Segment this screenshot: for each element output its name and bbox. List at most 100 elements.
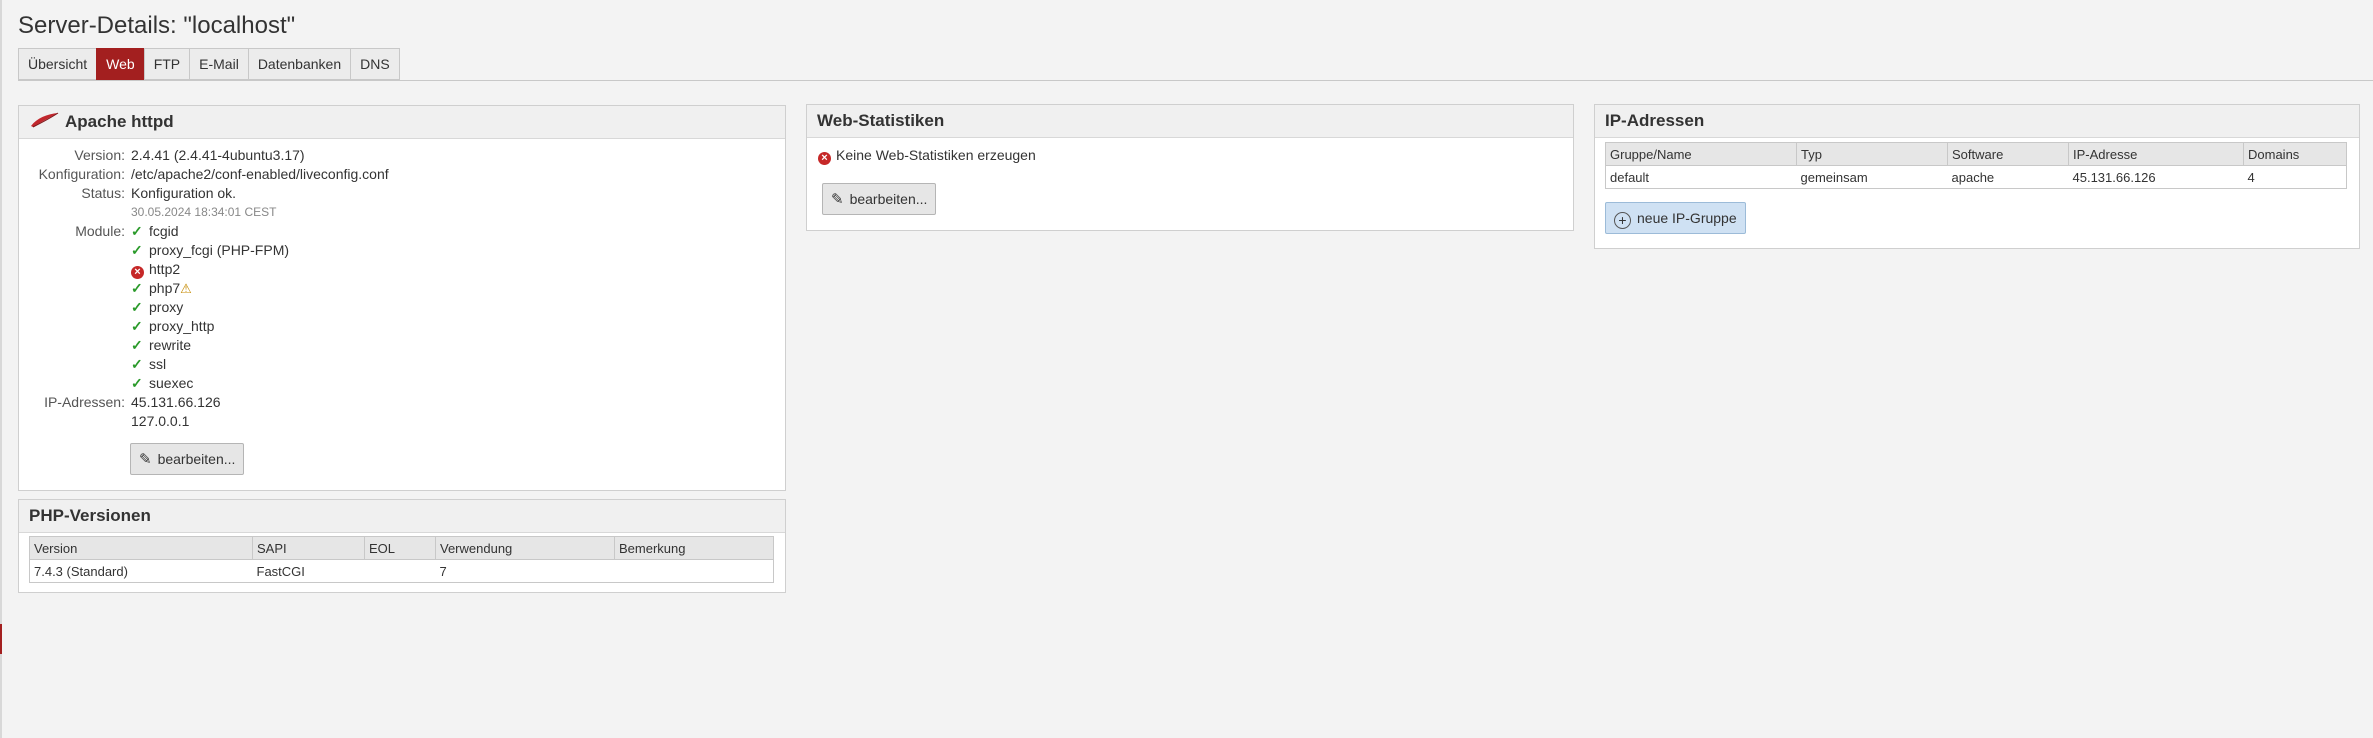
module-item: × http2: [131, 260, 289, 279]
module-name: proxy: [149, 299, 184, 315]
apache-panel-title: Apache httpd: [65, 112, 174, 131]
add-ip-group-button[interactable]: + neue IP-Gruppe: [1605, 202, 1746, 234]
module-item: ✓ ssl: [131, 355, 289, 374]
check-icon: ✓: [131, 299, 143, 315]
table-cell: apache: [1947, 165, 2069, 189]
tab-ftp[interactable]: FTP: [143, 48, 190, 80]
tab-datenbanken[interactable]: Datenbanken: [247, 48, 351, 80]
module-name: rewrite: [149, 337, 192, 353]
module-item: ✓ fcgid: [131, 222, 289, 241]
column-header: Typ: [1796, 142, 1948, 166]
table-cell: default: [1605, 165, 1797, 189]
table-cell: 4: [2243, 165, 2347, 189]
php-panel-title: PHP-Versionen: [29, 506, 151, 525]
status-timestamp: 30.05.2024 18:34:01 CEST: [131, 205, 277, 219]
column-header: Version: [29, 536, 253, 560]
config-value: /etc/apache2/conf-enabled/liveconfig.con…: [131, 166, 389, 182]
check-icon: ✓: [131, 280, 143, 296]
module-name: php7: [149, 280, 181, 296]
module-item: ✓ suexec: [131, 374, 289, 393]
column-header: IP-Adresse: [2068, 142, 2244, 166]
tab-bar: Übersicht Web FTP E-Mail Datenbanken DNS: [18, 48, 2373, 81]
page-title: Server-Details: "localhost": [18, 12, 296, 39]
ipaddr-panel-header: IP-Adressen: [1595, 105, 2359, 138]
warning-icon[interactable]: ⚠: [180, 281, 192, 296]
ip-label: IP-Adressen:: [44, 394, 125, 410]
error-icon: ×: [818, 152, 831, 165]
module-name: http2: [149, 261, 181, 277]
tab-dns[interactable]: DNS: [350, 48, 400, 80]
pencil-icon: ✎: [139, 451, 152, 468]
column-header: Gruppe/Name: [1605, 142, 1797, 166]
module-item: ✓ php7⚠: [131, 279, 289, 298]
version-value: 2.4.41 (2.4.41-4ubuntu3.17): [131, 147, 305, 163]
modules-label: Module:: [75, 223, 125, 239]
table-cell: FastCGI: [252, 559, 365, 583]
ipaddr-panel-title: IP-Adressen: [1605, 111, 1705, 130]
table-cell: gemeinsam: [1796, 165, 1948, 189]
tab-web[interactable]: Web: [96, 48, 144, 80]
check-icon: ✓: [131, 223, 143, 239]
table-cell: 45.131.66.126: [2068, 165, 2244, 189]
webstats-message: Keine Web-Statistiken erzeugen: [836, 147, 1036, 163]
version-label: Version:: [74, 147, 125, 163]
webstats-panel: Web-Statistiken × Keine Web-Statistiken e…: [806, 104, 1574, 231]
php-panel-header: PHP-Versionen: [19, 500, 785, 533]
tab-email[interactable]: E-Mail: [189, 48, 248, 80]
apache-panel-header: Apache httpd: [19, 106, 785, 139]
column-header: EOL: [364, 536, 436, 560]
check-icon: ✓: [131, 375, 143, 391]
webstats-edit-label: bearbeiten...: [849, 191, 928, 207]
left-edge-marker: [0, 624, 2, 654]
check-icon: ✓: [131, 356, 143, 372]
pencil-icon: ✎: [831, 191, 844, 208]
module-name: suexec: [149, 375, 194, 391]
add-ip-group-label: neue IP-Gruppe: [1637, 210, 1737, 226]
check-icon: ✓: [131, 318, 143, 334]
apache-feather-icon: [29, 107, 59, 139]
webstats-panel-title: Web-Statistiken: [817, 111, 945, 130]
table-header-row: Gruppe/Name Typ Software IP-Adresse Doma…: [1605, 142, 2347, 166]
apache-panel: Apache httpd Version: 2.4.41 (2.4.41-4ub…: [18, 105, 786, 491]
table-cell: 7: [435, 559, 615, 583]
ip-address: 45.131.66.126: [131, 394, 221, 410]
column-header: Bemerkung: [614, 536, 774, 560]
module-item: ✓ proxy_fcgi (PHP-FPM): [131, 241, 289, 260]
column-header: Verwendung: [435, 536, 615, 560]
ip-address: 127.0.0.1: [131, 413, 190, 429]
column-header: Domains: [2243, 142, 2347, 166]
check-icon: ✓: [131, 242, 143, 258]
column-header: Software: [1947, 142, 2069, 166]
table-cell: 7.4.3 (Standard): [29, 559, 253, 583]
check-icon: ✓: [131, 337, 143, 353]
ip-list: 45.131.66.126 127.0.0.1: [131, 393, 221, 431]
module-name: ssl: [149, 356, 167, 372]
modules-list: ✓ fcgid ✓ proxy_fcgi (PHP-FPM) × http2 ✓ php…: [131, 222, 289, 393]
error-icon: ×: [131, 266, 144, 279]
module-name: proxy_http: [149, 318, 215, 334]
tab-uebersicht[interactable]: Übersicht: [18, 48, 97, 80]
module-item: ✓ proxy: [131, 298, 289, 317]
apache-edit-button[interactable]: ✎ bearbeiten...: [130, 443, 245, 475]
config-label: Konfiguration:: [38, 166, 125, 182]
status-label: Status:: [81, 185, 125, 201]
module-name: proxy_fcgi (PHP-FPM): [149, 242, 290, 258]
php-table: Version SAPI EOL Verwendung Bemerkung 7.…: [29, 536, 774, 583]
apache-edit-label: bearbeiten...: [157, 451, 236, 467]
table-row[interactable]: default gemeinsam apache 45.131.66.126 4: [1605, 165, 2347, 189]
module-name: fcgid: [149, 223, 179, 239]
table-cell: [614, 559, 774, 583]
php-panel: PHP-Versionen Version SAPI EOL Verwendun…: [18, 499, 786, 593]
ipaddr-table: Gruppe/Name Typ Software IP-Adresse Doma…: [1605, 142, 2347, 189]
plus-circle-icon: +: [1614, 212, 1631, 229]
column-header: SAPI: [252, 536, 365, 560]
webstats-panel-header: Web-Statistiken: [807, 105, 1573, 138]
webstats-edit-button[interactable]: ✎ bearbeiten...: [822, 183, 937, 215]
table-cell: [364, 559, 436, 583]
ipaddr-panel: IP-Adressen Gruppe/Name Typ Software IP-…: [1594, 104, 2360, 249]
table-header-row: Version SAPI EOL Verwendung Bemerkung: [29, 536, 774, 560]
status-value: Konfiguration ok.: [131, 185, 237, 201]
table-row[interactable]: 7.4.3 (Standard) FastCGI 7: [29, 559, 774, 583]
module-item: ✓ proxy_http: [131, 317, 289, 336]
webstats-message-row: × Keine Web-Statistiken erzeugen: [818, 147, 1036, 165]
